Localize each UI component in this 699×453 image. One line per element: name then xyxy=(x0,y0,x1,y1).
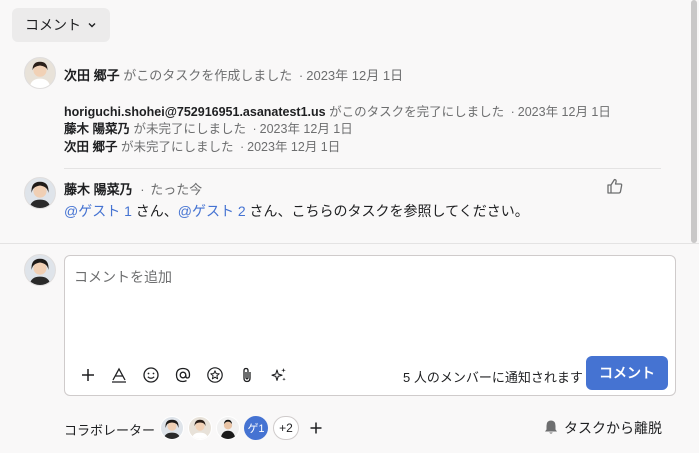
story-text: が未完了にしました xyxy=(133,122,246,136)
mention-icon[interactable] xyxy=(174,366,192,384)
story-actor[interactable]: horiguchi.shohei@752916951.asanatest1.us xyxy=(64,105,326,119)
attachment-icon[interactable] xyxy=(238,366,256,384)
comment-author[interactable]: 藤木 陽菜乃 xyxy=(64,182,133,197)
separator: · xyxy=(252,122,257,136)
notify-count-text: 5 人のメンバーに通知されます xyxy=(403,370,583,385)
story-incomplete: 藤木 陽菜乃 が未完了にしました · 2023年 12月 1日 xyxy=(64,118,353,137)
add-collaborator-icon[interactable] xyxy=(307,419,325,437)
collaborator-avatar[interactable] xyxy=(160,416,184,440)
comment-filter-dropdown[interactable]: コメント xyxy=(12,8,110,42)
comment-time-separator: · xyxy=(140,182,145,197)
comment-text-part: さん、 xyxy=(131,203,178,219)
story-actor[interactable]: 次田 郷子 xyxy=(64,68,120,83)
mention-link[interactable]: @ゲスト 2 xyxy=(178,203,246,219)
chevron-down-icon xyxy=(87,17,97,33)
story-text: が未完了にしました xyxy=(120,140,234,154)
story-created: 次田 郷子 がこのタスクを作成しました · 2023年 12月 1日 xyxy=(64,65,403,84)
comment-input[interactable]: コメントを追加 xyxy=(74,267,172,287)
comment-time[interactable]: たった今 xyxy=(150,182,202,197)
comment-text: @ゲスト 1 さん、@ゲスト 2 さん、こちらのタスクを参照してください。 xyxy=(64,201,529,221)
mention-link[interactable]: @ゲスト 1 xyxy=(64,203,132,219)
collaborators-label: コラボレーター xyxy=(64,423,156,438)
avatar[interactable] xyxy=(24,177,56,209)
comment-composer[interactable]: コメントを追加 5 人のメンバーに通知されます コメント xyxy=(64,255,676,396)
story-text: がこのタスクを作成しました xyxy=(123,68,293,83)
story-actor[interactable]: 次田 郷子 xyxy=(64,140,117,154)
scrollbar[interactable] xyxy=(691,0,697,243)
thumbs-up-icon[interactable] xyxy=(606,177,624,195)
separator: · xyxy=(298,68,304,83)
star-icon[interactable] xyxy=(206,366,224,384)
current-user-avatar xyxy=(24,254,56,286)
leave-task-button[interactable]: タスクから離脱 xyxy=(544,418,662,438)
story-incomplete: 次田 郷子 が未完了にしました · 2023年 12月 1日 xyxy=(64,136,340,155)
emoji-icon[interactable] xyxy=(142,366,160,384)
story-date: 2023年 12月 1日 xyxy=(247,140,341,154)
bell-icon xyxy=(544,419,558,438)
story-text: がこのタスクを完了にしました xyxy=(329,105,505,119)
more-collaborators[interactable]: +2 xyxy=(273,416,299,440)
comment-header: 藤木 陽菜乃 · たった今 xyxy=(64,179,202,198)
plus-icon[interactable] xyxy=(79,366,97,384)
story-date: 2023年 12月 1日 xyxy=(306,68,404,83)
filter-label: コメント xyxy=(25,17,81,33)
ai-sparkle-icon[interactable] xyxy=(270,366,288,384)
leave-task-label: タスクから離脱 xyxy=(564,420,662,436)
comment-submit-button[interactable]: コメント xyxy=(586,356,668,390)
story-actor[interactable]: 藤木 陽菜乃 xyxy=(64,122,130,136)
collaborator-avatar[interactable] xyxy=(188,416,212,440)
guest-avatar[interactable]: ゲ1 xyxy=(244,416,268,440)
text-format-icon[interactable] xyxy=(110,366,128,384)
separator: · xyxy=(510,105,515,119)
collaborator-avatar[interactable] xyxy=(216,416,240,440)
story-date: 2023年 12月 1日 xyxy=(517,105,611,119)
separator: · xyxy=(239,140,245,154)
divider xyxy=(64,168,661,169)
comment-text-part: さん、こちらのタスクを参照してください。 xyxy=(245,203,529,219)
story-date: 2023年 12月 1日 xyxy=(259,122,353,136)
avatar[interactable] xyxy=(24,57,56,89)
